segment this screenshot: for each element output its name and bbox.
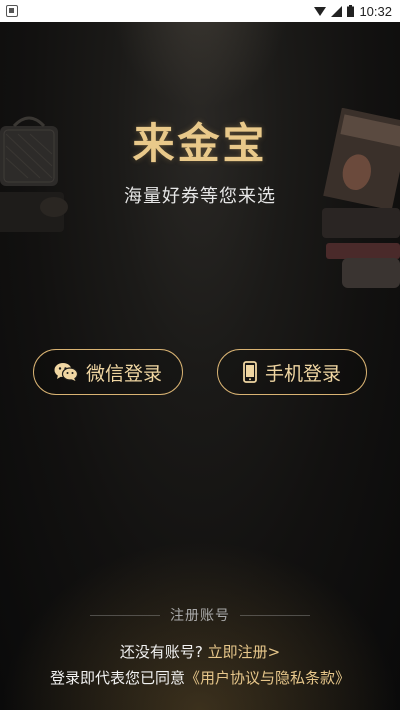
- app-subtitle: 海量好券等您来选: [124, 186, 276, 207]
- wechat-login-label: 微信登录: [85, 362, 162, 385]
- phone-login-button[interactable]: 手机登录: [217, 349, 367, 395]
- wechat-login-button[interactable]: 微信登录: [33, 349, 183, 395]
- register-now-link[interactable]: 立即注册>: [208, 643, 281, 661]
- phone-login-label: 手机登录: [264, 362, 341, 385]
- login-screen: 10:32 来金宝 海量好券等您来选 微信登录 手机登录 注册账号 还没有账号?…: [0, 0, 400, 710]
- no-account-text: 还没有账号?: [119, 643, 203, 661]
- agreement-prefix: 登录即代表您已同意: [49, 669, 185, 687]
- status-time: 10:32: [359, 3, 392, 19]
- divider-line-left: [90, 614, 160, 616]
- no-account-row: 还没有账号? 立即注册>: [0, 641, 400, 662]
- register-divider: 注册账号: [0, 605, 400, 625]
- status-bar: 10:32: [0, 0, 400, 22]
- register-divider-label: 注册账号: [170, 608, 230, 624]
- user-agreement-link[interactable]: 《用户协议与隐私条款》: [185, 669, 350, 687]
- wechat-icon: [54, 362, 78, 382]
- notification-icon: [6, 5, 18, 17]
- divider-line-right: [240, 614, 310, 616]
- battery-icon: [347, 5, 355, 17]
- app-title: 来金宝: [132, 119, 268, 168]
- agreement-row: 登录即代表您已同意《用户协议与隐私条款》: [0, 667, 400, 688]
- signal-icon: [331, 5, 343, 17]
- mobile-phone-icon: [243, 361, 257, 383]
- wifi-icon: [314, 6, 327, 16]
